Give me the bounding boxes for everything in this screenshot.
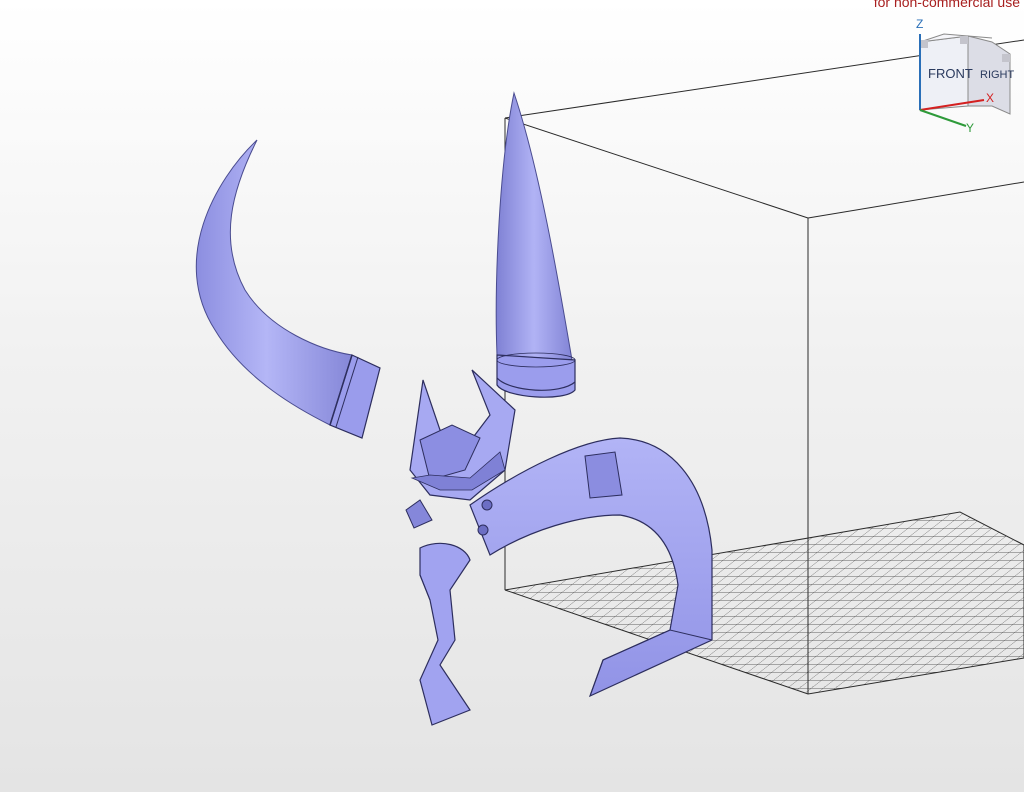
view-cube-right-label: RIGHT xyxy=(980,69,1015,81)
curved-horn-part[interactable] xyxy=(195,139,381,439)
straight-horn-part[interactable] xyxy=(495,91,576,398)
build-plate xyxy=(504,511,1024,695)
y-axis-line xyxy=(919,109,967,127)
view-cube-front-label: FRONT xyxy=(928,66,973,81)
scene-svg[interactable] xyxy=(0,0,1024,792)
3d-viewport[interactable] xyxy=(0,0,1024,792)
y-axis-label: Y xyxy=(966,121,974,135)
x-axis-label: X xyxy=(986,91,994,105)
headband-part[interactable] xyxy=(405,369,713,726)
view-cube[interactable]: FRONT RIGHT Z X Y xyxy=(906,14,1024,142)
license-watermark: for non-commercial use xyxy=(873,0,1020,10)
z-axis-label: Z xyxy=(916,17,923,31)
